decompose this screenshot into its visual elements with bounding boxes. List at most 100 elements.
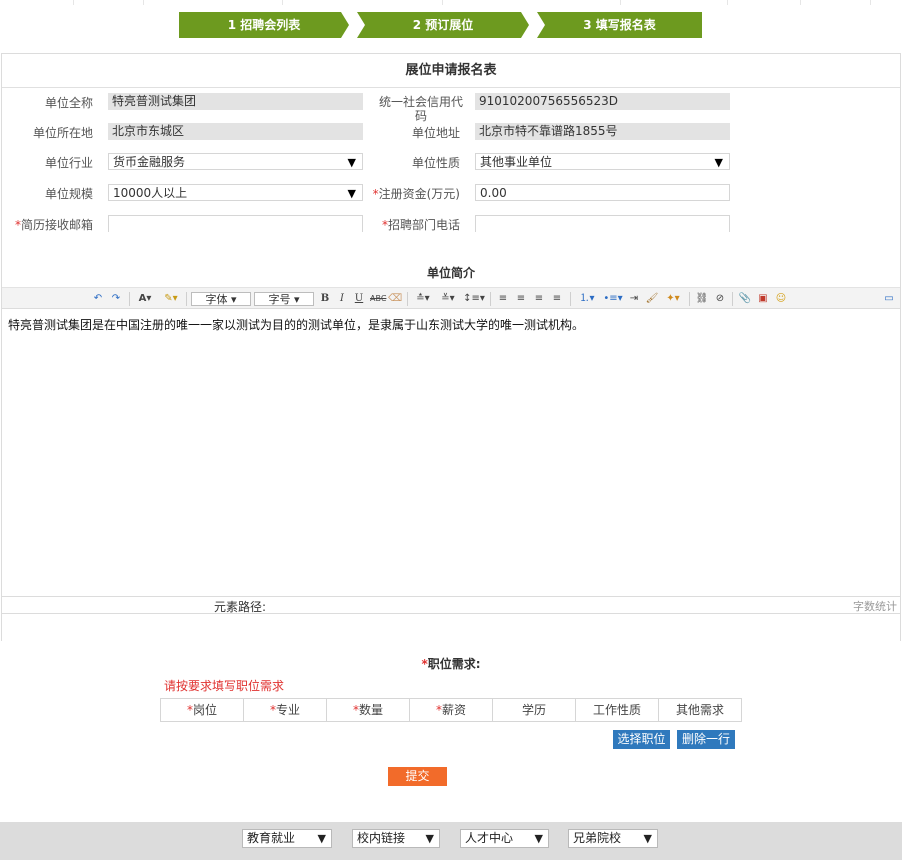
element-path-label: 元素路径: <box>214 600 267 614</box>
emoji-icon[interactable]: ☺ <box>774 292 788 306</box>
phone-label-text: 招聘部门电话 <box>387 218 460 232</box>
jobs-hint: 请按要求填写职位需求 <box>164 679 285 693</box>
intro-editor[interactable]: 特亮普测试集团是在中国注册的唯一一家以测试为目的的测试单位，是隶属于山东测试大学… <box>2 310 900 596</box>
format-painter-icon[interactable]: 🖌 <box>645 292 659 306</box>
align-center-icon[interactable]: ≡ <box>514 292 528 306</box>
jobs-title: *职位需求: <box>0 655 902 672</box>
industry-select[interactable]: 货币金融服务 ▼ <box>108 153 363 170</box>
email-label-text: 简历接收邮箱 <box>20 218 93 232</box>
jobs-column-header: 其他需求 <box>659 699 741 721</box>
image-icon[interactable]: ▣ <box>756 292 770 306</box>
credit-code-label: 统一社会信用代码 <box>368 95 468 123</box>
step-fair-list[interactable]: 1 招聘会列表 <box>179 12 349 38</box>
jobs-column-header: *岗位 <box>161 699 244 721</box>
editor-toolbar: ↶ ↷ A▾ ✎▾ 字体 ▾ 字号 ▾ B I U ABC ⌫ ≛▾ ≚▾ ↕≡… <box>2 287 900 309</box>
nature-select[interactable]: 其他事业单位 ▼ <box>475 153 730 170</box>
dropdown-arrow-icon: ▼ <box>317 832 326 845</box>
credit-code-field: 91010200756556523D <box>475 93 730 110</box>
select-position-button[interactable]: 选择职位 <box>613 730 670 749</box>
application-form-panel: 展位申请报名表 单位全称 特亮普测试集团 统一社会信用代码 9101020075… <box>1 53 901 641</box>
jobs-column-label: 其他需求 <box>675 703 724 717</box>
superscript-icon[interactable]: ≛▾ <box>413 292 433 306</box>
link-icon[interactable]: ⛓ <box>695 292 709 306</box>
footer-select-campus-links[interactable]: 校内链接 ▼ <box>352 829 440 848</box>
email-label: *简历接收邮箱 <box>8 217 93 233</box>
jobs-column-label: 数量 <box>358 703 383 717</box>
font-size-label: 字号 <box>268 293 291 306</box>
highlight-icon[interactable]: ✎▾ <box>160 292 182 306</box>
ordered-list-icon[interactable]: ⒈▾ <box>576 292 598 306</box>
fullscreen-icon[interactable]: ▭ <box>882 292 896 306</box>
jobs-column-label: 薪资 <box>441 703 466 717</box>
footer-select-education[interactable]: 教育就业 ▼ <box>242 829 332 848</box>
jobs-column-label: 岗位 <box>192 703 217 717</box>
nature-label: 单位性质 <box>411 156 460 170</box>
font-color-icon[interactable]: A▾ <box>136 292 154 306</box>
location-field: 北京市东城区 <box>108 123 363 140</box>
credit-code-label-text: 统一社会信用代码 <box>378 95 463 123</box>
line-height-icon[interactable]: ↕≡▾ <box>463 292 485 306</box>
undo-icon[interactable]: ↶ <box>92 292 104 306</box>
italic-icon[interactable]: I <box>336 292 348 306</box>
jobs-column-header: 学历 <box>493 699 576 721</box>
jobs-column-label: 专业 <box>275 703 300 717</box>
align-left-icon[interactable]: ≡ <box>496 292 510 306</box>
intro-title: 单位简介 <box>426 266 475 280</box>
attachment-icon[interactable]: 📎 <box>738 292 752 306</box>
jobs-column-label: 工作性质 <box>592 703 641 717</box>
subscript-icon[interactable]: ≚▾ <box>438 292 458 306</box>
eraser-icon[interactable]: ⌫ <box>388 292 402 306</box>
phone-input[interactable] <box>475 215 730 232</box>
font-family-select[interactable]: 字体 ▾ <box>191 292 251 306</box>
scale-label: 单位规模 <box>44 187 93 201</box>
nature-value: 其他事业单位 <box>480 155 553 169</box>
font-family-label: 字体 <box>205 293 228 306</box>
address-label: 单位地址 <box>411 126 460 140</box>
footer-select-label: 校内链接 <box>357 831 406 845</box>
industry-label: 单位行业 <box>44 156 93 170</box>
jobs-column-header: *薪资 <box>410 699 493 721</box>
footer: 教育就业 ▼ 校内链接 ▼ 人才中心 ▼ 兄弟院校 ▼ <box>0 822 902 860</box>
unlink-icon[interactable]: ⊘ <box>713 292 727 306</box>
align-right-icon[interactable]: ≡ <box>532 292 546 306</box>
dropdown-arrow-icon: ▼ <box>425 832 434 845</box>
underline-icon[interactable]: U <box>353 292 365 306</box>
jobs-table-header: *岗位 *专业 *数量 *薪资 学历 工作性质 其他需求 <box>160 698 742 722</box>
redo-icon[interactable]: ↷ <box>110 292 122 306</box>
footer-select-talent-center[interactable]: 人才中心 ▼ <box>460 829 549 848</box>
jobs-column-header: *专业 <box>244 699 327 721</box>
dropdown-arrow-icon: ▼ <box>347 156 356 169</box>
phone-label: *招聘部门电话 <box>368 217 460 233</box>
email-input[interactable] <box>108 215 363 232</box>
font-size-select[interactable]: 字号 ▾ <box>254 292 314 306</box>
align-justify-icon[interactable]: ≡ <box>550 292 564 306</box>
footer-select-label: 兄弟院校 <box>573 831 622 845</box>
location-label: 单位所在地 <box>32 126 93 140</box>
indent-icon[interactable]: ⇥ <box>628 292 640 306</box>
dropdown-arrow-icon: ▼ <box>534 832 543 845</box>
strikethrough-icon[interactable]: ABC <box>370 292 386 306</box>
capital-label: *注册资金(万元) <box>362 186 460 202</box>
industry-value: 货币金融服务 <box>113 155 186 169</box>
unordered-list-icon[interactable]: •≡▾ <box>602 292 624 306</box>
top-divider-strip <box>0 0 902 5</box>
jobs-title-text: 职位需求: <box>427 657 481 671</box>
progress-steps: 1 招聘会列表 2 预订展位 3 填写报名表 <box>0 12 902 38</box>
step-book-booth[interactable]: 2 预订展位 <box>357 12 529 38</box>
delete-row-button[interactable]: 删除一行 <box>677 730 735 749</box>
full-name-label: 单位全称 <box>44 96 93 110</box>
footer-select-sister-schools[interactable]: 兄弟院校 ▼ <box>568 829 658 848</box>
clear-format-icon[interactable]: ✦▾ <box>663 292 683 306</box>
jobs-column-label: 学历 <box>521 703 546 717</box>
step-fill-form[interactable]: 3 填写报名表 <box>537 12 702 38</box>
jobs-column-header: *数量 <box>327 699 410 721</box>
footer-select-label: 人才中心 <box>465 831 514 845</box>
capital-input[interactable]: 0.00 <box>475 184 730 201</box>
submit-button[interactable]: 提交 <box>388 767 447 786</box>
word-count-label: 字数统计 <box>853 600 897 613</box>
scale-select[interactable]: 10000人以上 ▼ <box>108 184 363 201</box>
page: 1 招聘会列表 2 预订展位 3 填写报名表 展位申请报名表 单位全称 特亮普测… <box>0 0 902 860</box>
address-field: 北京市特不靠谱路1855号 <box>475 123 730 140</box>
scale-value: 10000人以上 <box>113 186 188 200</box>
bold-icon[interactable]: B <box>319 292 331 306</box>
